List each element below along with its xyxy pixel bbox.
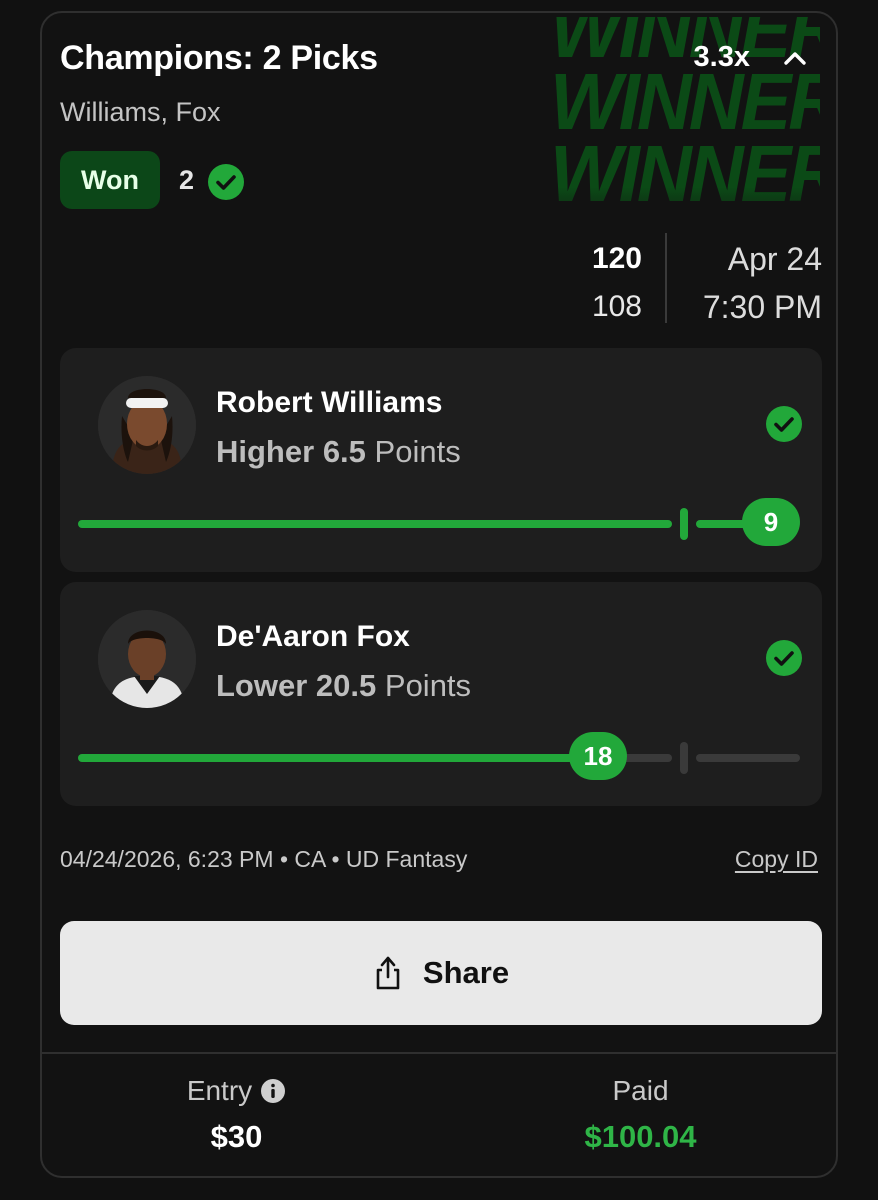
pick-line: Lower 20.5 Points bbox=[216, 668, 471, 704]
won-count: 2 bbox=[179, 165, 195, 195]
entry-card: WINNER!!! WINNER!!! WINNER!!! Champions:… bbox=[40, 11, 838, 1178]
pick-stat: Points bbox=[384, 668, 472, 703]
share-icon bbox=[376, 956, 400, 990]
pick-stat: Points bbox=[374, 434, 461, 469]
share-button[interactable]: Share bbox=[60, 921, 822, 1025]
entry-meta: 04/24/2026, 6:23 PM • CA • UD Fantasy bbox=[60, 846, 468, 872]
chevron-up-icon[interactable] bbox=[778, 41, 812, 75]
result-value: 9 bbox=[742, 498, 800, 546]
pick-line-value: 6.5 bbox=[322, 434, 366, 469]
pick-card[interactable]: De'Aaron Fox Lower 20.5 Points 18 bbox=[60, 582, 822, 806]
paid-summary: Paid $100.04 bbox=[441, 1075, 836, 1155]
pick-direction: Higher bbox=[216, 434, 315, 469]
entry-title: Champions: 2 Picks bbox=[60, 39, 378, 77]
pick-direction: Lower bbox=[216, 668, 308, 703]
game-scores: 120 108 bbox=[552, 235, 642, 331]
progress-track: 18 bbox=[78, 732, 800, 780]
progress-track: 9 bbox=[78, 498, 800, 546]
player-name: Robert Williams bbox=[216, 386, 443, 419]
check-circle-icon bbox=[208, 164, 244, 200]
players-summary: Williams, Fox bbox=[60, 97, 221, 127]
divider bbox=[42, 1052, 836, 1054]
divider bbox=[665, 233, 667, 323]
entry-label: Entry bbox=[186, 1075, 253, 1106]
info-icon[interactable] bbox=[260, 1078, 286, 1104]
game-info: Apr 24 7:30 PM bbox=[682, 235, 822, 331]
progress-fill bbox=[78, 520, 672, 528]
payout-multiplier: 3.3x bbox=[693, 41, 750, 73]
pick-card[interactable]: Robert Williams Higher 6.5 Points 9 bbox=[60, 348, 822, 572]
paid-label: Paid bbox=[612, 1075, 669, 1106]
status-badge: Won bbox=[60, 151, 160, 209]
avatar bbox=[98, 376, 196, 474]
avatar bbox=[98, 610, 196, 708]
result-value: 18 bbox=[569, 732, 627, 780]
share-label: Share bbox=[422, 955, 510, 990]
pick-line: Higher 6.5 Points bbox=[216, 434, 461, 470]
check-circle-icon bbox=[766, 640, 802, 676]
line-marker bbox=[680, 508, 688, 540]
score-top: 120 bbox=[591, 242, 642, 275]
copy-id-link[interactable]: Copy ID bbox=[735, 846, 818, 873]
entry-label-row: Entry bbox=[187, 1075, 286, 1107]
paid-amount: $100.04 bbox=[584, 1119, 697, 1154]
entry-amount: $30 bbox=[210, 1119, 263, 1154]
progress-remainder bbox=[696, 754, 800, 762]
player-name: De'Aaron Fox bbox=[216, 620, 410, 653]
score-bottom: 108 bbox=[591, 290, 642, 323]
game-time: 7:30 PM bbox=[702, 289, 822, 325]
game-date: Apr 24 bbox=[727, 241, 822, 277]
entry-summary: Entry $30 bbox=[42, 1075, 436, 1155]
check-circle-icon bbox=[766, 406, 802, 442]
pick-line-value: 20.5 bbox=[315, 668, 377, 703]
line-marker bbox=[680, 742, 688, 774]
